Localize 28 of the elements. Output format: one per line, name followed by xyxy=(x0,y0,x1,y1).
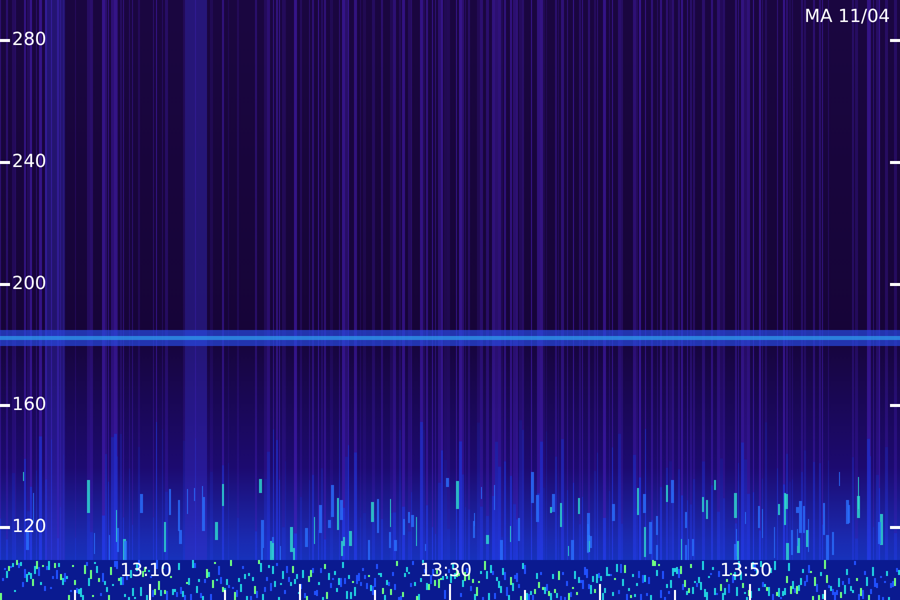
tick-mark xyxy=(299,584,301,600)
axis-label: 240 xyxy=(12,150,46,173)
tick-mark xyxy=(0,526,10,529)
tick-mark xyxy=(824,590,826,600)
tick-mark xyxy=(524,590,526,600)
tick-mark xyxy=(890,404,900,408)
axis-label: 200 xyxy=(12,272,46,294)
tick-mark xyxy=(0,160,10,164)
tick-mark xyxy=(749,584,751,600)
tick-mark xyxy=(0,282,10,286)
tick-mark xyxy=(149,584,151,600)
tick-mark xyxy=(674,590,676,600)
spectrogram-title: MA 11/04 xyxy=(804,6,890,28)
tick-mark xyxy=(374,590,376,600)
tick-mark xyxy=(74,590,76,600)
tick-mark xyxy=(890,526,900,529)
tick-mark xyxy=(890,282,900,286)
tick-mark xyxy=(0,404,10,408)
tick-mark xyxy=(449,584,451,600)
tick-mark xyxy=(890,160,900,164)
axis-label: 120 xyxy=(12,516,46,538)
tick-mark xyxy=(224,590,226,600)
tick-mark xyxy=(0,39,10,42)
tick-mark xyxy=(890,39,900,42)
axis-label: 13:30 xyxy=(420,560,472,582)
axis-label: 280 xyxy=(12,29,46,51)
axis-label: 160 xyxy=(12,394,46,416)
tick-mark xyxy=(599,584,601,600)
